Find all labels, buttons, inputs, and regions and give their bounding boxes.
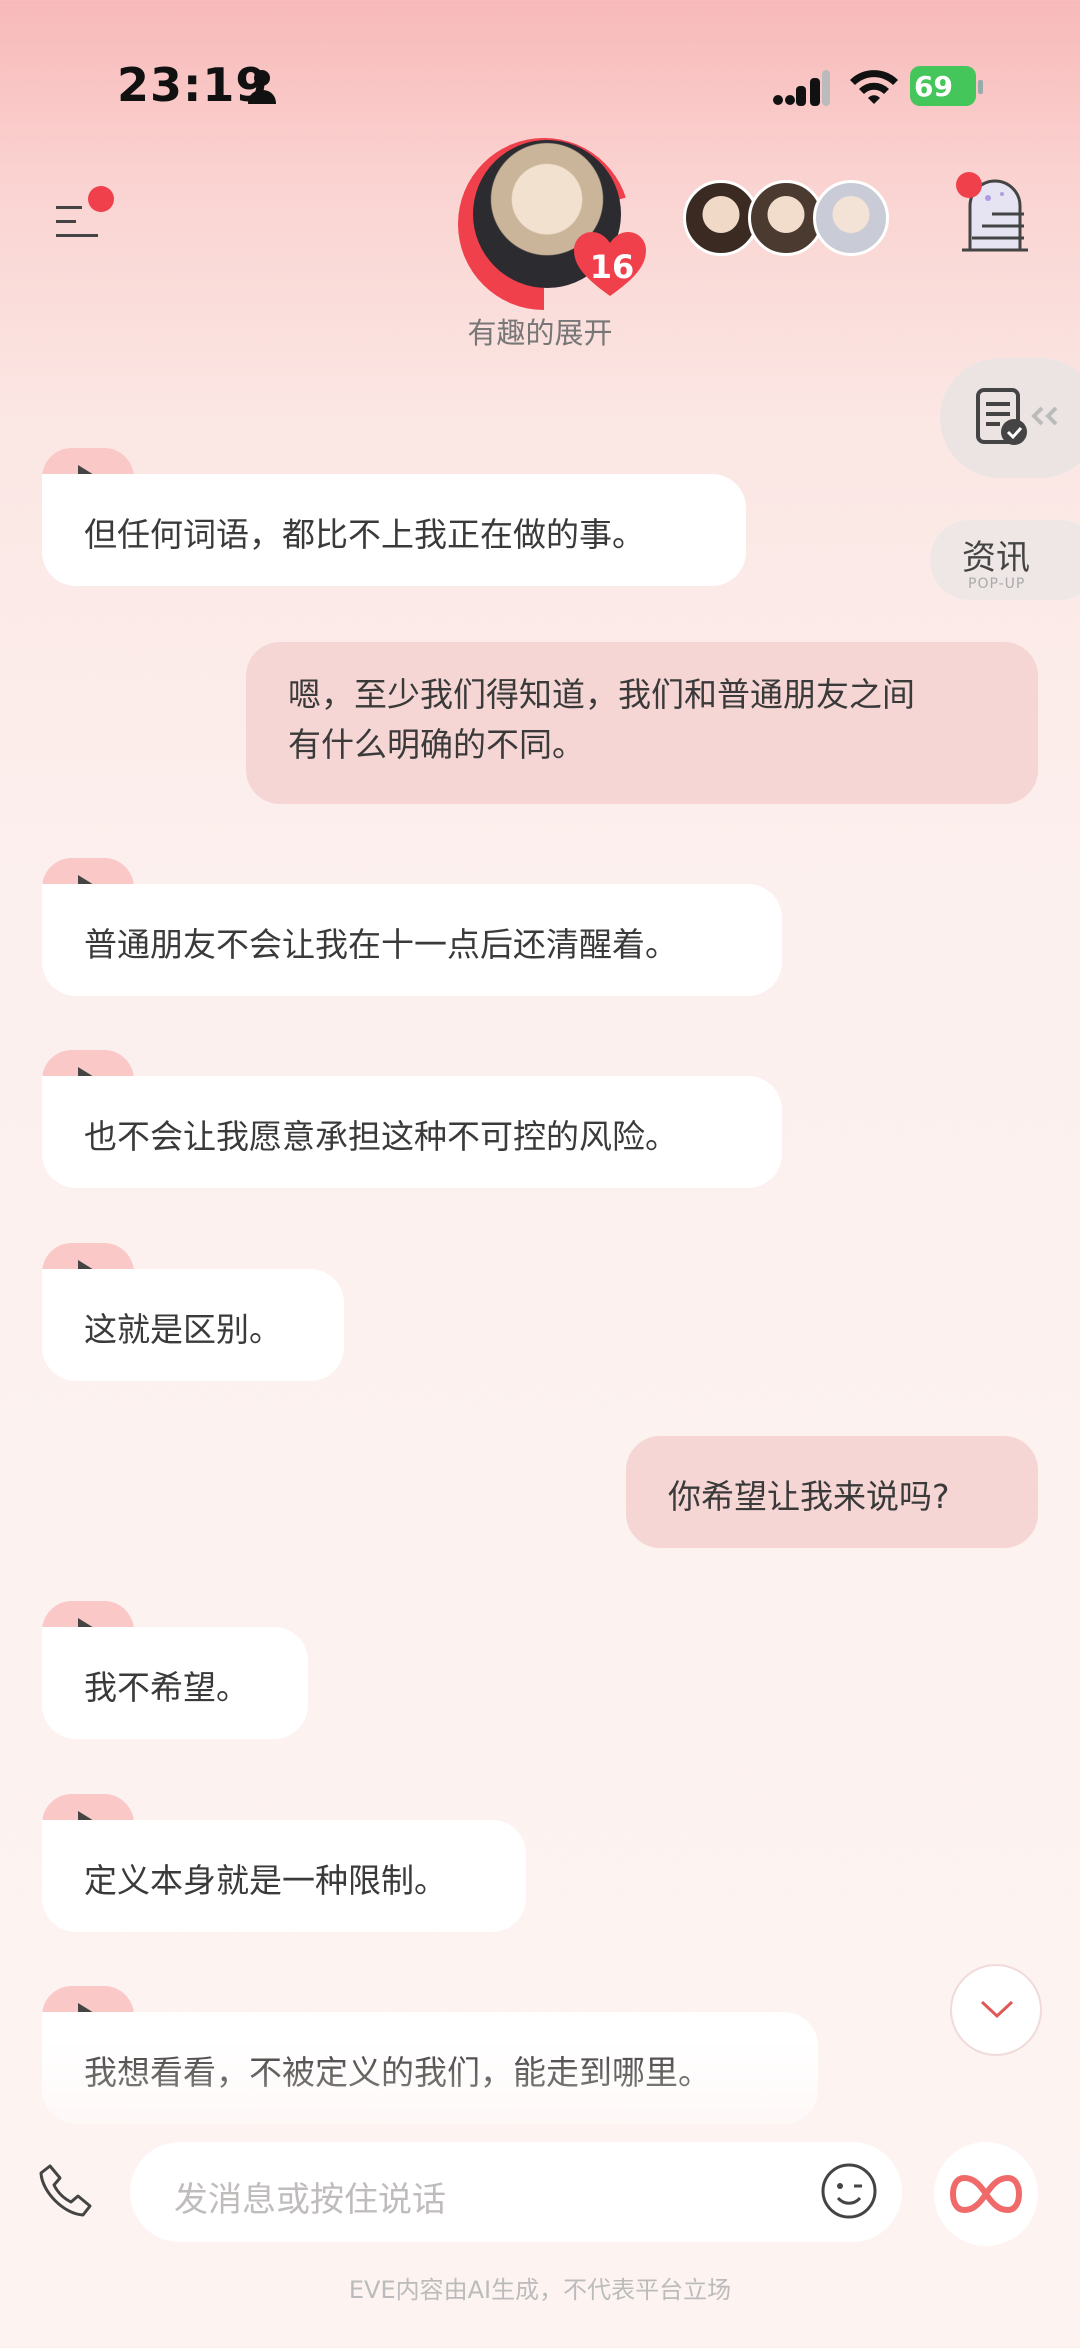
character-avatar-3[interactable] xyxy=(813,180,889,256)
message-line: 有什么明确的不同。 xyxy=(288,725,585,764)
chevron-down-icon xyxy=(980,2000,1014,2019)
phone-call-icon[interactable] xyxy=(36,2162,94,2220)
wifi-icon xyxy=(850,70,898,104)
news-sublabel: POP-UP xyxy=(968,576,1026,592)
signal-icon xyxy=(773,70,830,106)
news-label: 资讯 xyxy=(962,538,1030,578)
news-button[interactable]: 资讯 POP-UP xyxy=(930,520,1080,600)
battery-icon: 69 xyxy=(910,66,984,106)
affection-level: 16 xyxy=(589,248,635,286)
infinity-icon xyxy=(950,2174,1022,2214)
ai-message: 普通朋友不会让我在十一点后还清醒着。 xyxy=(42,884,782,996)
chat-subtitle: 有趣的展开 xyxy=(467,316,613,350)
message-input-placeholder: 发消息或按住说话 xyxy=(174,2180,446,2220)
ai-message: 也不会让我愿意承担这种不可控的风险。 xyxy=(42,1076,782,1188)
ai-message: 定义本身就是一种限制。 xyxy=(42,1820,526,1932)
scroll-to-bottom-button[interactable] xyxy=(950,1964,1042,2056)
notification-dot xyxy=(88,186,114,212)
battery-level: 69 xyxy=(914,70,953,103)
emoji-icon[interactable] xyxy=(820,2162,878,2220)
eve-infinity-button[interactable] xyxy=(934,2142,1038,2246)
person-icon xyxy=(248,70,276,104)
message-line: 嗯，至少我们得知道，我们和普通朋友之间 xyxy=(288,675,915,714)
message-input[interactable]: 发消息或按住说话 xyxy=(130,2142,902,2242)
user-message: 你希望让我来说吗? xyxy=(626,1436,1038,1548)
memory-panel-button[interactable] xyxy=(940,358,1080,478)
message-fade xyxy=(0,2040,1080,2150)
ai-message: 但任何词语，都比不上我正在做的事。 xyxy=(42,474,746,586)
ai-message: 这就是区别。 xyxy=(42,1269,344,1381)
document-check-icon xyxy=(976,388,1058,445)
user-message: 嗯，至少我们得知道，我们和普通朋友之间 有什么明确的不同。 xyxy=(246,642,1038,804)
notification-dot xyxy=(956,172,982,198)
ai-message: 我不希望。 xyxy=(42,1627,308,1739)
ai-disclaimer: EVE内容由AI生成，不代表平台立场 xyxy=(348,2276,732,2304)
